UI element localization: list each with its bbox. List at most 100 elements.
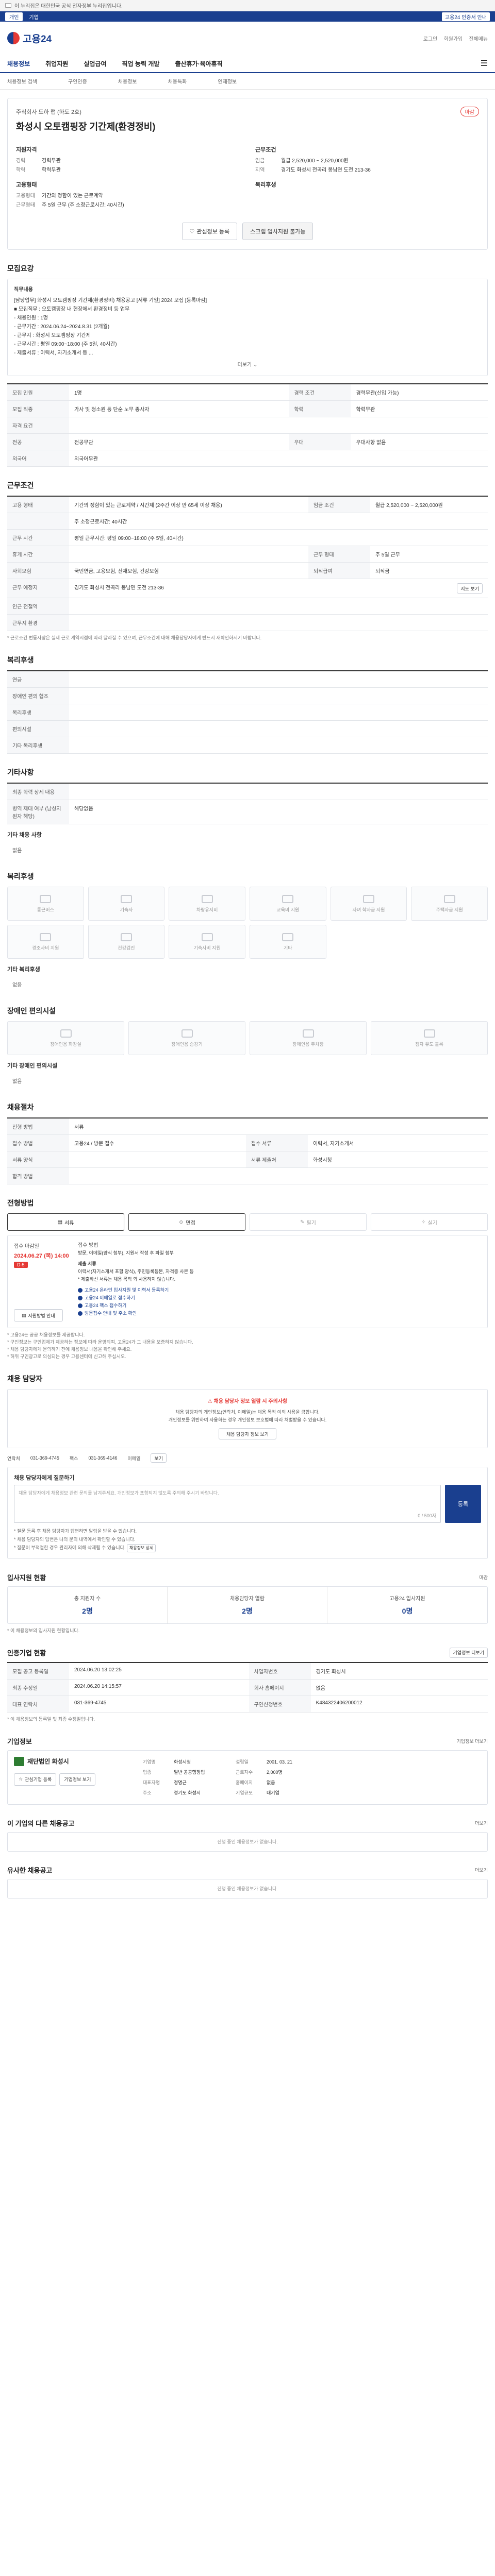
nav-item-unemployment[interactable]: 실업급여 [84, 59, 106, 68]
nav-item-training[interactable]: 직업 능력 개발 [122, 59, 160, 68]
cell: 외국어무관 [69, 450, 488, 467]
breadcrumb-item[interactable]: 채용특화 [168, 77, 187, 85]
breadcrumb-item[interactable]: 인재정보 [218, 77, 237, 85]
apply-button[interactable]: 스크랩 입사지원 불가능 [242, 223, 314, 240]
signup-link[interactable]: 회원가입 [443, 35, 463, 42]
company-info-button[interactable]: 기업정보 보기 [59, 1773, 96, 1786]
manager-alert: ⚠ 채용 담당자 정보 열람 시 주의사항 채용 담당자의 개인정보(연락처, … [7, 1389, 488, 1448]
kv-value: 기간의 정함이 있는 근로계약 [42, 193, 103, 199]
cell: 경기도 화성시 [310, 1662, 488, 1680]
facility-label: 장애인용 승강기 [171, 1041, 203, 1047]
welfare-etc-value: 없음 [12, 982, 22, 988]
duty-label: 직무내용 [14, 287, 33, 293]
inquiry-submit-button[interactable]: 등록 [445, 1485, 481, 1523]
channel-link[interactable]: 고용24 이메일로 접수하기 [78, 1294, 481, 1302]
section-title: 채용절차 [7, 1103, 34, 1111]
channel-link-label: 고용24 온라인 입사지원 및 이력서 등록하기 [85, 1287, 169, 1293]
step-label: 면접 [186, 1220, 195, 1226]
view-manager-button[interactable]: 채용 담당자 정보 보기 [218, 1428, 277, 1439]
section-title: 유사한 채용공고 [7, 1866, 53, 1874]
applicants-section: 입사지원 현황 마감 총 지원자 수 2명 채용담당자 열람 2명 고용24 입사지원… [7, 1572, 488, 1634]
nav-item-leave[interactable]: 출산휴가·육아휴직 [175, 59, 222, 68]
cell: 2024.06.20 13:02:25 [69, 1662, 249, 1680]
company-more-link[interactable]: 기업정보 더보기 [457, 1738, 488, 1744]
apply-label: 스크랩 입사지원 불가능 [250, 229, 306, 235]
warning-icon: ⚠ [207, 1399, 214, 1404]
welfare-label: 경조사비 지원 [32, 945, 59, 951]
duty-section: 모집요강 직무내용 [담당업무] 화성시 오토캠핑장 기간제(환경정비) 채용공… [7, 263, 488, 467]
stat-label: 채용담당자 열람 [229, 1596, 265, 1602]
bus-icon [40, 894, 52, 903]
section-title: 채용 담당자 [7, 1375, 43, 1383]
info-value: 일반 공공행정업 [174, 1769, 205, 1775]
tip-line: * 채용 담당자의 답변은 나의 문의 내역에서 확인할 수 있습니다. [14, 1537, 136, 1542]
scrap-button[interactable]: ♡ 관심정보 등록 [182, 223, 238, 240]
detail-button[interactable]: 채용정보 상세 [126, 1544, 156, 1552]
cert-badge[interactable]: 고용24 인증서 안내 [441, 12, 490, 21]
cell-head: 경력 조건 [289, 384, 351, 401]
info-key: 주소 [143, 1790, 152, 1795]
inquiry-textarea[interactable]: 채용 담당자에게 채용정보 관련 문의를 남겨주세요. 개인정보가 포함되지 않… [14, 1485, 441, 1523]
section-title: 인증기업 현황 [7, 1649, 46, 1657]
info-value: 경기도 화성시 [174, 1790, 201, 1795]
channel-link[interactable]: 고용24 팩스 접수하기 [78, 1302, 481, 1310]
nav-item-support[interactable]: 취업지원 [45, 59, 68, 68]
email-view-button[interactable]: 보기 [151, 1453, 167, 1463]
company-name[interactable]: 주식회사 도하 랩 (하도 2호) [16, 108, 81, 116]
logo-text: 고용24 [23, 33, 52, 45]
cell-head: 근무 시간 [7, 529, 69, 546]
info-key: 기업규모 [236, 1790, 253, 1795]
breadcrumb-item[interactable]: 채용정보 검색 [7, 77, 37, 85]
apply-guide-button[interactable]: ▤ 지원방법 안내 [14, 1309, 63, 1321]
similar-jobs-more-link[interactable]: 더보기 [475, 1867, 488, 1873]
map-button[interactable]: 지도 보기 [457, 583, 483, 594]
cell-head: 근무지 환경 [7, 614, 69, 631]
pencil-icon: ✎ [300, 1219, 305, 1225]
submit-docs-title: 제출 서류 [78, 1261, 96, 1266]
more-button[interactable]: 더보기 ⌄ [14, 361, 481, 369]
step-document: ▤ 서류 [7, 1213, 124, 1231]
nav-item-jobs[interactable]: 채용정보 [7, 59, 30, 68]
site-logo[interactable]: 고용24 [7, 31, 52, 45]
apply-guide-label: 지원방법 안내 [28, 1313, 55, 1318]
tab-corporate[interactable]: 기업 [29, 13, 38, 21]
corp-info-table: 모집 공고 등록일 2024.06.20 13:02:25 사업자번호 경기도 화성시… [7, 1662, 488, 1713]
hamburger-icon[interactable]: ☰ [481, 58, 488, 69]
channel-dot-icon [78, 1296, 82, 1301]
section-title: 장애인 편의시설 [7, 1007, 56, 1015]
welfare-label: 통근버스 [37, 907, 54, 912]
qual-heading: 지원자격 [16, 147, 37, 153]
login-link[interactable]: 로그인 [423, 35, 438, 42]
cell: 국민연금, 고용보험, 산재보험, 건강보험 [69, 562, 308, 579]
other-jobs-more-link[interactable]: 더보기 [475, 1820, 488, 1826]
auth-bar: 개인 기업 고용24 인증서 안내 [0, 11, 495, 22]
disabled-facility-section: 장애인 편의시설 장애인용 화장실 장애인용 승강기 장애인용 주차장 점자 유… [7, 1006, 488, 1089]
facility-item: 장애인용 주차장 [250, 1021, 367, 1055]
cell-head: 회사 홈페이지 [249, 1679, 311, 1696]
cell-head: 복리후생 [7, 704, 69, 721]
note-line: * 고용24는 공공 채용정보를 제공합니다. [7, 1332, 85, 1337]
breadcrumb-item[interactable]: 구인인증 [68, 77, 87, 85]
all-menu-link[interactable]: 전체메뉴 [469, 35, 488, 42]
gov-banner-text: 이 누리집은 대한민국 공식 전자정부 누리집입니다. [14, 4, 123, 9]
cell: 고용24 / 방문 접수 [69, 1134, 246, 1151]
tab-individual[interactable]: 개인 [5, 12, 23, 21]
breadcrumb: 채용정보 검색 구인인증 채용정보 채용특화 인재정보 [0, 73, 495, 90]
facility-item: 장애인용 승강기 [128, 1021, 245, 1055]
table-row: 근무 시간 평일 근무시간: 평일 09:00~18:00 (주 5일, 40시간… [7, 529, 488, 546]
table-row: 전공 전공무관 우대 우대사항 없음 [7, 433, 488, 450]
stat-value: 0명 [402, 1606, 413, 1615]
main-nav: 채용정보 취업지원 실업급여 직업 능력 개발 출산휴가·육아휴직 ☰ [0, 55, 495, 73]
follow-company-button[interactable]: ☆ 관심기업 등록 [14, 1773, 57, 1786]
table-row: 외국어 외국어무관 [7, 450, 488, 467]
address: 경기도 화성시 전곡리 봉남면 도전 213-36 [74, 585, 164, 591]
cell-head: 고용 형태 [7, 496, 69, 513]
cell [69, 737, 488, 754]
cell [69, 720, 488, 737]
corp-more-button[interactable]: 기업정보 더보기 [449, 1647, 488, 1658]
table-row: 병역 제대 여부 (남성지원자 해당) 해당없음 [7, 800, 488, 824]
channel-link[interactable]: 고용24 온라인 입사지원 및 이력서 등록하기 [78, 1286, 481, 1294]
channel-link[interactable]: 방문접수 안내 및 주소 확인 [78, 1310, 481, 1317]
bed-icon [201, 933, 213, 941]
breadcrumb-item[interactable]: 채용정보 [118, 77, 137, 85]
